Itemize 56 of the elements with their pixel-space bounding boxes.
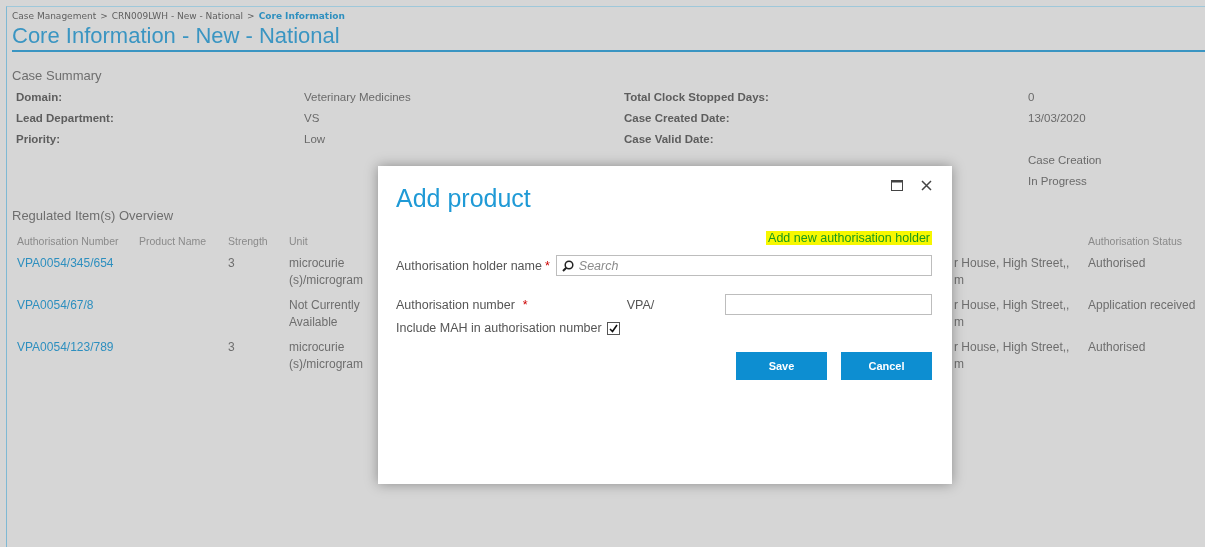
- checkbox[interactable]: [606, 321, 620, 335]
- table-cell-text: Authorised: [1088, 255, 1147, 272]
- required-mark: *: [544, 258, 550, 273]
- table-cell-text: r House, High Street,, m: [954, 339, 1071, 373]
- table-cell-text: Not Currently Available: [289, 297, 361, 331]
- close-icon[interactable]: [921, 180, 932, 191]
- section-title: Case Summary: [12, 68, 102, 83]
- table-cell-text: r House, High Street,, m: [954, 297, 1071, 331]
- search-icon: [561, 260, 574, 272]
- dialog-button[interactable]: Save: [736, 352, 827, 380]
- field-label: Total Clock Stopped Days:: [624, 91, 770, 104]
- field-value: In Progress: [1028, 175, 1088, 188]
- breadcrumb-link[interactable]: Case Management: [12, 11, 97, 21]
- breadcrumb-separator: >: [100, 11, 108, 21]
- column-header: Authorisation Number: [16, 235, 120, 247]
- number-prefix: VPA/: [626, 297, 656, 312]
- table-cell-text: Authorised: [1088, 339, 1147, 356]
- column-header: Unit: [289, 235, 309, 247]
- field-label: Lead Department:: [16, 112, 115, 125]
- table-cell-text: r House, High Street,, m: [954, 255, 1071, 289]
- input-field[interactable]: [724, 294, 932, 315]
- field-label: Authorisation number: [396, 297, 515, 312]
- field-value: VS: [304, 112, 321, 125]
- breadcrumb-link[interactable]: Core Information: [258, 11, 345, 21]
- authorisation-link[interactable]: VPA0054/67/8: [12, 298, 94, 312]
- add-holder-link[interactable]: Add new authorisation holder: [766, 231, 932, 245]
- field-value: Veterinary Medicines: [304, 91, 412, 104]
- field-label: Priority:: [16, 133, 62, 146]
- table-cell-text: microcurie (s)/microgram: [289, 255, 364, 289]
- maximize-icon[interactable]: [891, 180, 903, 191]
- column-header: Product Name: [139, 235, 208, 247]
- checkbox-label: Include MAH in authorisation number: [396, 321, 602, 335]
- authorisation-link[interactable]: VPA0054/123/789: [12, 340, 114, 354]
- dialog-button[interactable]: Cancel: [841, 352, 932, 380]
- column-header: Authorisation Status: [1088, 235, 1183, 247]
- search-field[interactable]: Search: [555, 255, 932, 276]
- section-title: Regulated Item(s) Overview: [12, 208, 174, 223]
- dialog-title: Add product: [396, 184, 531, 213]
- field-value: Low: [304, 133, 327, 146]
- table-cell-text: 3: [228, 339, 236, 356]
- table-cell-text: Application received: [1088, 297, 1197, 314]
- required-mark: *: [522, 297, 528, 312]
- breadcrumb-link[interactable]: CRN009LWH - New - National: [111, 11, 244, 21]
- authorisation-link[interactable]: VPA0054/345/654: [12, 256, 114, 270]
- field-label: Authorisation holder name: [396, 258, 542, 273]
- field-value: Case Creation: [1028, 154, 1103, 167]
- field-value: 0: [1028, 91, 1036, 104]
- column-header: Strength: [228, 235, 269, 247]
- field-label: Case Valid Date:: [624, 133, 715, 146]
- table-cell-text: 3: [228, 255, 236, 272]
- breadcrumb-separator: >: [247, 11, 255, 21]
- field-label: Case Created Date:: [624, 112, 731, 125]
- table-cell-text: microcurie (s)/microgram: [289, 339, 364, 373]
- field-value: 13/03/2020: [1028, 112, 1087, 125]
- field-label: Domain:: [16, 91, 63, 104]
- page-title: Core Information - New - National: [12, 23, 1205, 52]
